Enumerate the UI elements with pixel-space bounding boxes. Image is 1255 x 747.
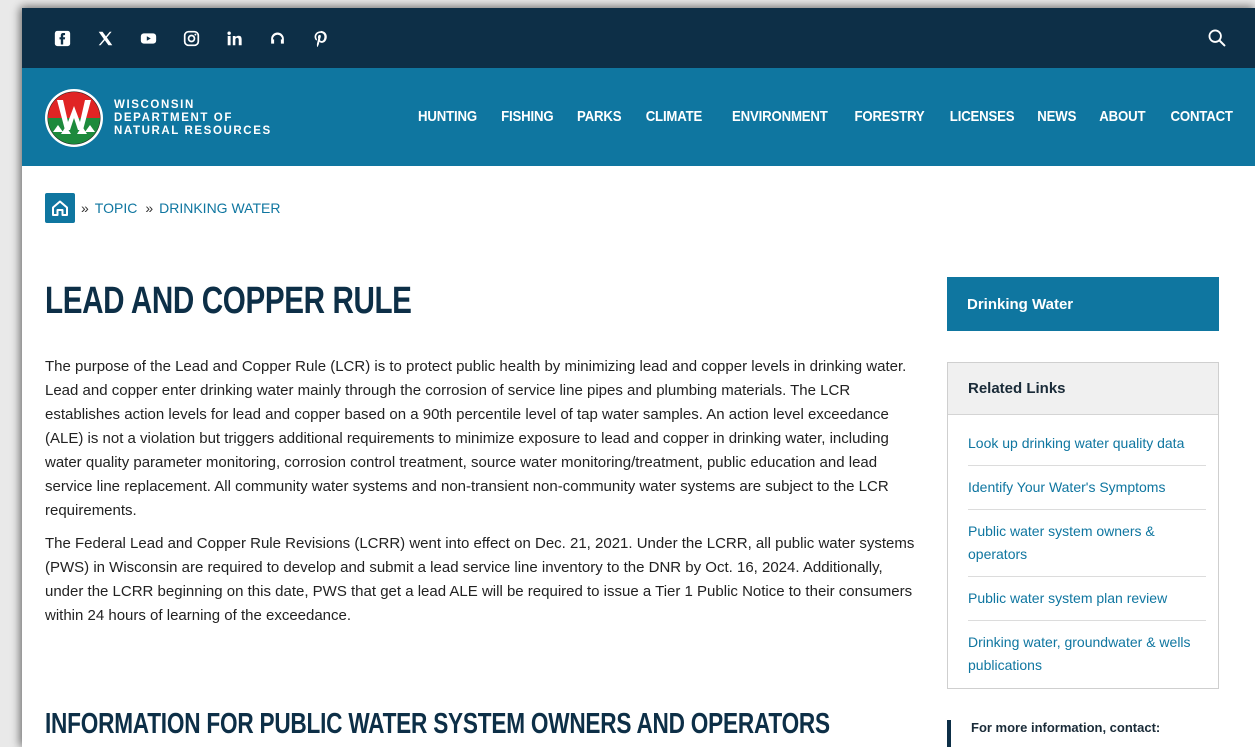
- nav-hunting[interactable]: HUNTING: [418, 108, 477, 125]
- breadcrumb: » TOPIC » DRINKING WATER: [45, 193, 288, 223]
- contact-box: For more information, contact:: [947, 720, 1219, 747]
- social-bar: [22, 8, 1255, 68]
- dnr-logo[interactable]: WISCONSIN DEPARTMENT OF NATURAL RESOURCE…: [44, 88, 272, 148]
- related-link-water-symptoms[interactable]: Identify Your Water's Symptoms: [968, 466, 1206, 510]
- related-link-plan-review[interactable]: Public water system plan review: [968, 577, 1206, 621]
- contact-title: For more information, contact:: [971, 720, 1161, 735]
- related-links-panel: Related Links Look up drinking water qua…: [947, 362, 1219, 689]
- logo-wordmark: WISCONSIN DEPARTMENT OF NATURAL RESOURCE…: [114, 99, 272, 138]
- home-breadcrumb-button[interactable]: [45, 193, 75, 223]
- nav-parks[interactable]: PARKS: [577, 108, 622, 125]
- related-link-water-quality-data[interactable]: Look up drinking water quality data: [968, 415, 1206, 466]
- nav-contact[interactable]: CONTACT: [1171, 108, 1233, 125]
- nav-climate[interactable]: CLIMATE: [646, 108, 703, 125]
- podcast-icon[interactable]: [267, 28, 287, 48]
- youtube-icon[interactable]: [138, 28, 158, 48]
- browser-page: WISCONSIN DEPARTMENT OF NATURAL RESOURCE…: [22, 8, 1255, 747]
- nav-about[interactable]: ABOUT: [1099, 108, 1145, 125]
- breadcrumb-separator: »: [81, 200, 89, 216]
- page-title: LEAD AND COPPER RULE: [45, 280, 412, 322]
- lcrr-paragraph: The Federal Lead and Copper Rule Revisio…: [45, 535, 915, 624]
- nav-forestry[interactable]: FORESTRY: [854, 108, 924, 125]
- related-link-publications[interactable]: Drinking water, groundwater & wells publ…: [968, 621, 1206, 687]
- related-links-list: Look up drinking water quality data Iden…: [948, 415, 1218, 687]
- breadcrumb-drinking-water[interactable]: DRINKING WATER: [159, 200, 280, 216]
- site-header: WISCONSIN DEPARTMENT OF NATURAL RESOURCE…: [22, 68, 1255, 166]
- nav-news[interactable]: NEWS: [1037, 108, 1076, 125]
- nav-licenses[interactable]: LICENSES: [950, 108, 1015, 125]
- nav-environment[interactable]: ENVIRONMENT: [732, 108, 828, 125]
- search-icon[interactable]: [1207, 28, 1229, 50]
- intro-paragraph: The purpose of the Lead and Copper Rule …: [45, 358, 907, 519]
- section-title: INFORMATION FOR PUBLIC WATER SYSTEM OWNE…: [45, 708, 830, 740]
- related-link-pws-owners[interactable]: Public water system owners & operators: [968, 510, 1206, 577]
- logo-line-1: WISCONSIN: [114, 98, 195, 111]
- x-icon[interactable]: [95, 28, 115, 48]
- nav-fishing[interactable]: FISHING: [501, 108, 553, 125]
- logo-line-2: DEPARTMENT OF: [114, 111, 233, 124]
- dnr-logo-mark-icon: [45, 89, 103, 147]
- pinterest-icon[interactable]: [310, 28, 330, 48]
- sidebar-topic-drinking-water[interactable]: Drinking Water: [947, 277, 1219, 331]
- breadcrumb-separator: »: [145, 200, 154, 216]
- logo-line-3: NATURAL RESOURCES: [114, 124, 272, 137]
- instagram-icon[interactable]: [181, 28, 201, 48]
- main-nav: HUNTING FISHING PARKS CLIMATE ENVIRONMEN…: [393, 108, 1233, 125]
- home-icon: [52, 200, 68, 216]
- main-content: The purpose of the Lead and Copper Rule …: [45, 355, 925, 637]
- linkedin-icon[interactable]: [224, 28, 244, 48]
- facebook-icon[interactable]: [52, 28, 72, 48]
- breadcrumb-topic[interactable]: TOPIC: [95, 200, 138, 216]
- related-links-title: Related Links: [948, 363, 1218, 415]
